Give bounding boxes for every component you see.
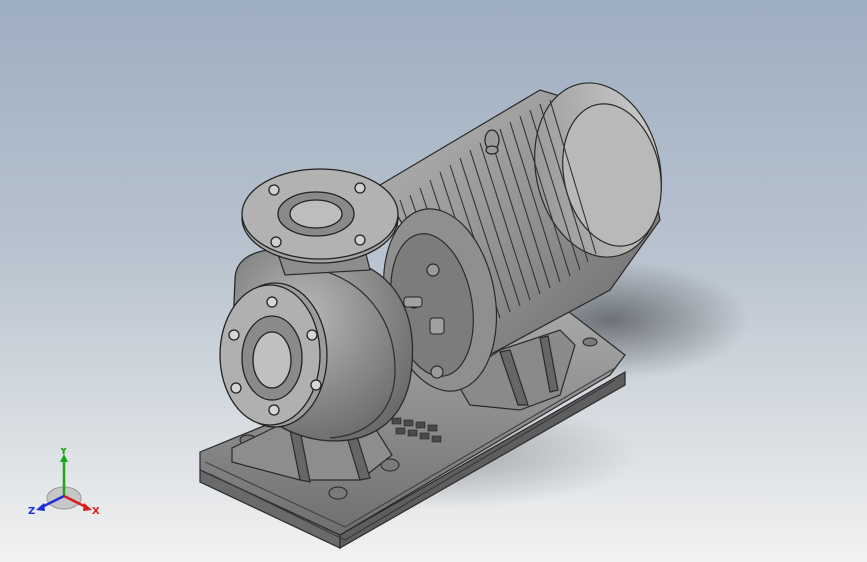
graphics-viewport[interactable]: Y X Z — [0, 0, 867, 562]
suction-flange[interactable] — [219, 282, 328, 428]
triad-y-label: Y — [59, 448, 68, 457]
pump-model-view[interactable] — [0, 0, 867, 562]
triad-z-label: Z — [28, 506, 35, 517]
triad-x-arrow-icon — [83, 503, 92, 511]
triad-z-arrow-icon — [36, 503, 45, 511]
orientation-triad[interactable]: Y X Z — [26, 448, 106, 520]
discharge-flange[interactable] — [241, 168, 399, 264]
lifting-eye — [484, 129, 500, 155]
triad-x-label: X — [92, 506, 100, 517]
